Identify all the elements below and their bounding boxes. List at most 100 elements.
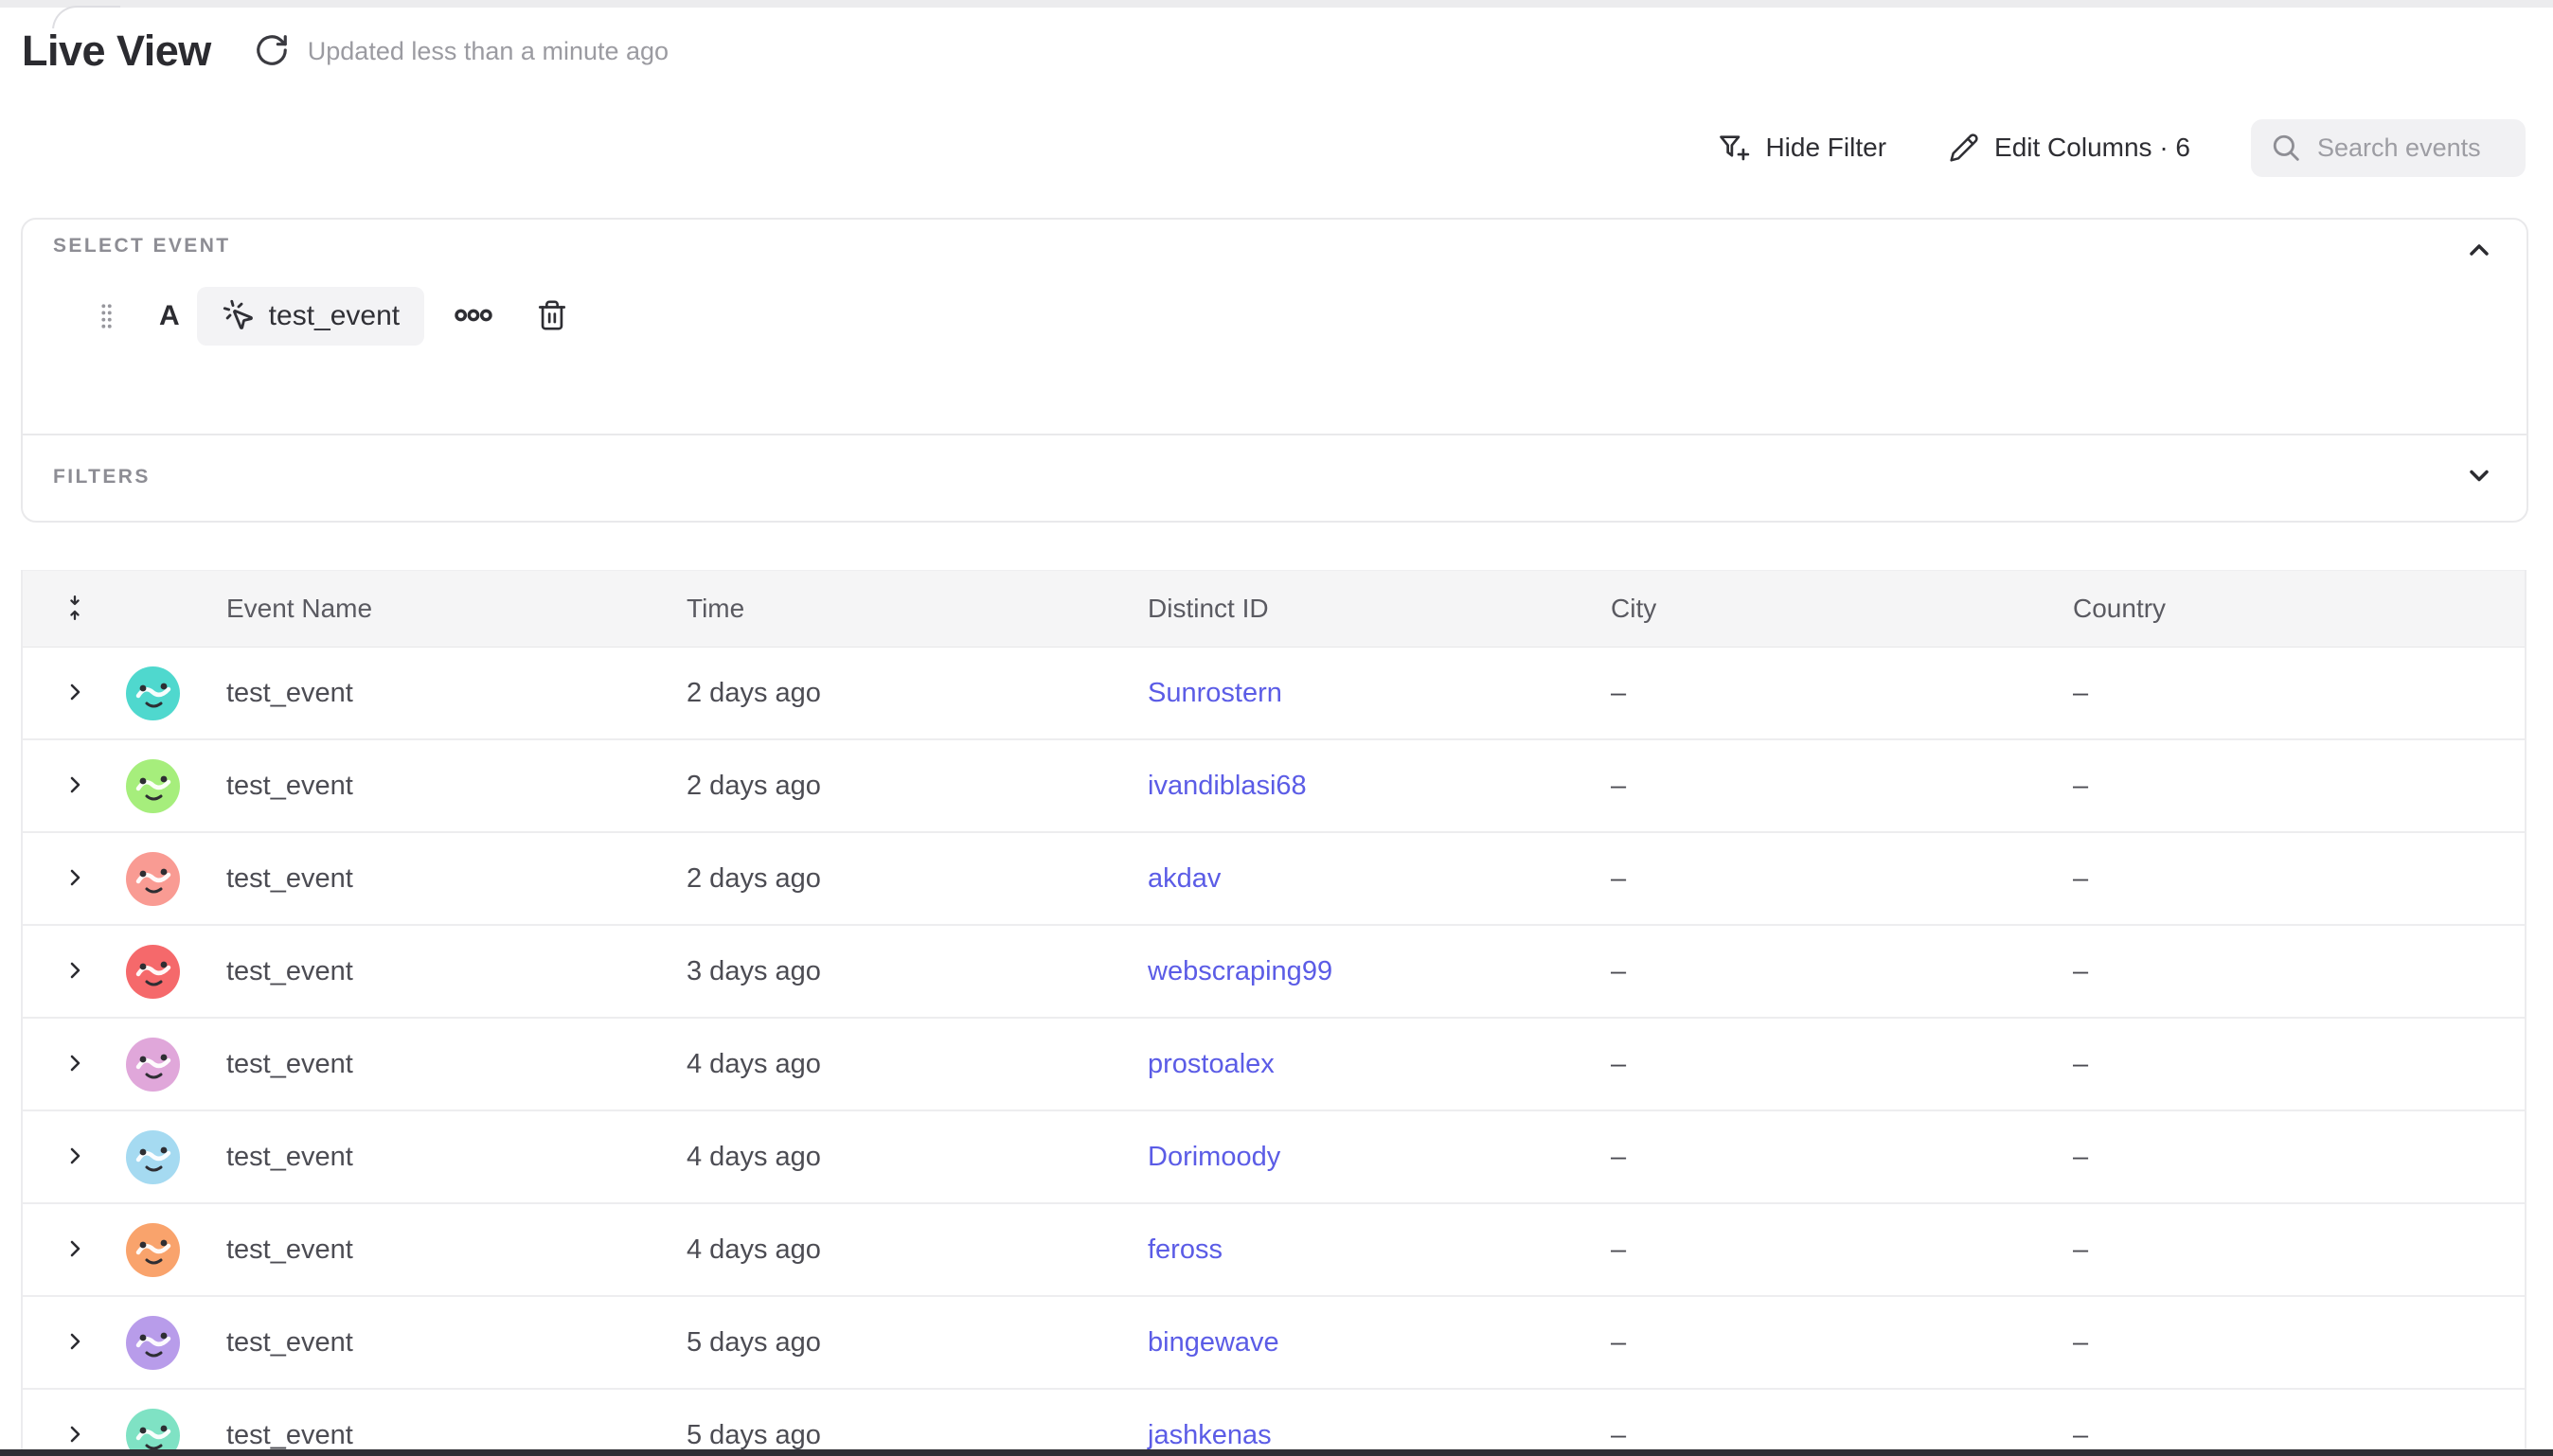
- filters-expand-button[interactable]: [2464, 461, 2494, 494]
- edit-columns-button[interactable]: Edit Columns · 6: [1949, 133, 2190, 163]
- chevron-down-icon: [2464, 480, 2494, 494]
- row-expand-button[interactable]: [63, 773, 86, 799]
- collapse-all-rows-button[interactable]: [62, 593, 87, 626]
- row-expand-button[interactable]: [63, 959, 86, 985]
- time-cell: 2 days ago: [687, 863, 1148, 895]
- user-avatar: [126, 852, 180, 906]
- event-name-cell: test_event: [226, 1420, 687, 1451]
- distinct-id-link[interactable]: feross: [1148, 1234, 1223, 1265]
- row-expand-button[interactable]: [63, 866, 86, 892]
- distinct-id-link[interactable]: bingewave: [1148, 1327, 1279, 1358]
- edit-columns-label: Edit Columns · 6: [1994, 133, 2190, 163]
- row-expand-button[interactable]: [63, 1237, 86, 1263]
- event-overflow-button[interactable]: [451, 304, 496, 329]
- user-avatar: [126, 759, 180, 813]
- row-expand-button[interactable]: [63, 1145, 86, 1170]
- search-input[interactable]: [2315, 133, 2527, 164]
- chevron-right-icon: [63, 773, 86, 799]
- refresh-button[interactable]: [251, 30, 293, 72]
- chevron-right-icon: [63, 1423, 86, 1448]
- select-event-collapse-button[interactable]: [2464, 235, 2494, 268]
- chevron-right-icon: [63, 1330, 86, 1356]
- city-cell: –: [1611, 863, 2073, 895]
- pencil-icon: [1949, 133, 1979, 163]
- table-header-row: Event Name Time Distinct ID City Country: [23, 570, 2525, 648]
- column-header-event-name: Event Name: [226, 594, 687, 624]
- user-avatar: [126, 1130, 180, 1184]
- city-cell: –: [1611, 956, 2073, 987]
- distinct-id-link[interactable]: ivandiblasi68: [1148, 771, 1307, 801]
- row-expand-button[interactable]: [63, 1052, 86, 1077]
- table-row[interactable]: test_event4 days agofeross––: [23, 1204, 2525, 1297]
- row-expand-button[interactable]: [63, 1423, 86, 1448]
- query-builder-panel: SELECT EVENT A: [21, 218, 2528, 523]
- event-name-cell: test_event: [226, 1327, 687, 1358]
- event-name-cell: test_event: [226, 956, 687, 987]
- hide-filter-button[interactable]: Hide Filter: [1718, 132, 1886, 164]
- city-cell: –: [1611, 771, 2073, 802]
- chevron-right-icon: [63, 681, 86, 706]
- city-cell: –: [1611, 1420, 2073, 1451]
- table-row[interactable]: test_event3 days agowebscraping99 ––: [23, 926, 2525, 1019]
- delete-event-button[interactable]: [536, 299, 568, 334]
- row-expand-button[interactable]: [63, 1330, 86, 1356]
- select-event-section: SELECT EVENT A: [23, 220, 2526, 435]
- filter-plus-icon: [1718, 132, 1750, 164]
- time-cell: 3 days ago: [687, 956, 1148, 987]
- chevron-right-icon: [63, 1237, 86, 1263]
- table-row[interactable]: test_event5 days agobingewave––: [23, 1297, 2525, 1390]
- row-expand-button[interactable]: [63, 681, 86, 706]
- country-cell: –: [2073, 1420, 2525, 1451]
- country-cell: –: [2073, 1234, 2525, 1266]
- table-body: test_event2 days agoSunrostern––test_eve…: [23, 648, 2525, 1456]
- events-table: Event Name Time Distinct ID City Country…: [21, 570, 2526, 1456]
- distinct-id-link[interactable]: Sunrostern: [1148, 678, 1282, 708]
- distinct-id-link[interactable]: webscraping99: [1148, 956, 1332, 986]
- country-cell: –: [2073, 1049, 2525, 1080]
- distinct-id-link[interactable]: jashkenas: [1148, 1420, 1272, 1450]
- page-top-edge: [0, 0, 2553, 8]
- time-cell: 5 days ago: [687, 1327, 1148, 1358]
- filters-label: FILTERS: [53, 466, 151, 488]
- page-header: Live View Updated less than a minute ago: [22, 25, 669, 78]
- country-cell: –: [2073, 863, 2525, 895]
- city-cell: –: [1611, 1142, 2073, 1173]
- event-select-chip[interactable]: test_event: [197, 287, 424, 346]
- distinct-id-link[interactable]: akdav: [1148, 863, 1221, 894]
- overflow-dots-icon: [455, 308, 492, 326]
- country-cell: –: [2073, 678, 2525, 709]
- time-cell: 2 days ago: [687, 771, 1148, 802]
- bottom-edge-bar: [0, 1449, 2553, 1456]
- chevron-up-icon: [2464, 254, 2494, 268]
- filters-section[interactable]: FILTERS: [23, 435, 2526, 519]
- city-cell: –: [1611, 1327, 2073, 1358]
- distinct-id-link[interactable]: Dorimoody: [1148, 1142, 1280, 1172]
- chevron-right-icon: [63, 866, 86, 892]
- time-cell: 2 days ago: [687, 678, 1148, 709]
- event-name-cell: test_event: [226, 678, 687, 709]
- chevron-right-icon: [63, 1145, 86, 1170]
- table-row[interactable]: test_event4 days agoDorimoody––: [23, 1111, 2525, 1204]
- column-header-time: Time: [687, 594, 1148, 624]
- country-cell: –: [2073, 1142, 2525, 1173]
- country-cell: –: [2073, 956, 2525, 987]
- column-header-city: City: [1611, 594, 2073, 624]
- chevron-right-icon: [63, 959, 86, 985]
- event-row-letter: A: [159, 300, 180, 332]
- user-avatar: [126, 1316, 180, 1370]
- search-box: [2251, 119, 2526, 177]
- table-row[interactable]: test_event2 days agoSunrostern––: [23, 648, 2525, 740]
- user-avatar: [126, 945, 180, 999]
- table-row[interactable]: test_event2 days agoakdav ––: [23, 833, 2525, 926]
- table-row[interactable]: test_event5 days agojashkenas––: [23, 1390, 2525, 1456]
- event-chip-label: test_event: [269, 300, 400, 332]
- page-title: Live View: [22, 25, 211, 78]
- event-name-cell: test_event: [226, 1049, 687, 1080]
- table-row[interactable]: test_event4 days agoprostoalex––: [23, 1019, 2525, 1111]
- table-row[interactable]: test_event2 days agoivandiblasi68––: [23, 740, 2525, 833]
- country-cell: –: [2073, 771, 2525, 802]
- event-name-cell: test_event: [226, 863, 687, 895]
- drag-handle[interactable]: [98, 302, 114, 330]
- search-icon: [2270, 132, 2302, 164]
- distinct-id-link[interactable]: prostoalex: [1148, 1049, 1275, 1079]
